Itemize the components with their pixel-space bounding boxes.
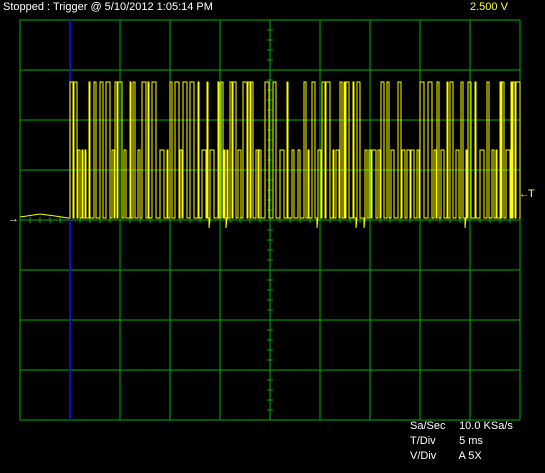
time-div-readout: T/Div 5 ms [410, 435, 483, 447]
volt-div-value: A 5X [458, 450, 482, 462]
acquisition-status: Stopped : Trigger @ 5/10/2012 1:05:14 PM [3, 1, 213, 13]
sample-rate-readout: Sa/Sec 10.0 KSa/s [410, 420, 513, 432]
ground-level-marker[interactable]: → [8, 213, 19, 225]
volt-div-readout: V/Div A 5X [410, 450, 482, 462]
trigger-voltage: 2.500 V [470, 1, 508, 13]
volt-div-label: V/Div [410, 450, 437, 462]
graticule [19, 19, 521, 421]
time-div-label: T/Div [410, 435, 436, 447]
trigger-level-arrow: ← [519, 189, 529, 200]
scope-display: → T ← [8, 19, 535, 421]
sample-rate-value: 10.0 KSa/s [459, 420, 513, 432]
sample-rate-label: Sa/Sec [410, 420, 446, 432]
time-div-value: 5 ms [459, 435, 483, 447]
trigger-level-marker[interactable]: T [528, 188, 535, 200]
